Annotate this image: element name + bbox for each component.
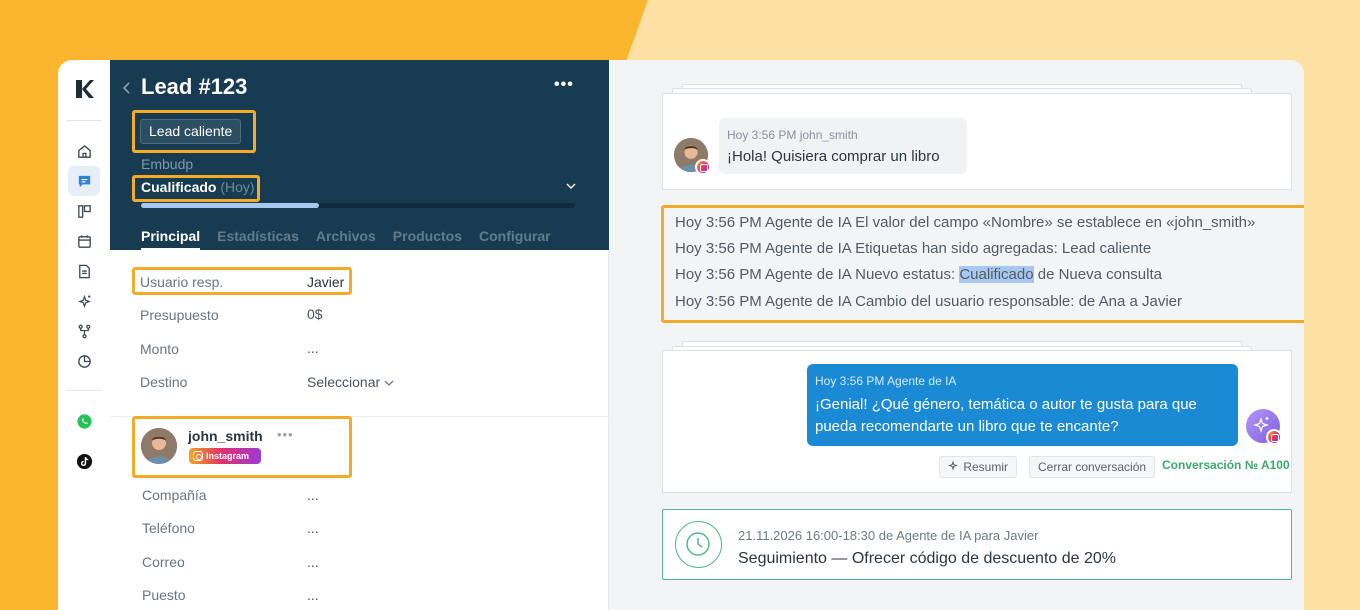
contact-more-button[interactable]: ••• [277,427,294,442]
amount-value[interactable]: ... [307,340,319,356]
task-text: Seguimiento — Ofrecer código de descuent… [738,550,1117,567]
event-log-line: Hoy 3:56 PM Agente de IA El valor del ca… [675,214,1256,231]
contact-avatar[interactable] [141,428,177,464]
analytics-icon[interactable] [68,346,100,376]
sparkle-icon [947,460,959,471]
lead-status[interactable]: Cualificado (Hoy) [141,179,255,195]
incoming-bubble: Hoy 3:56 PM john_smith ¡Hola! Quisiera c… [719,118,967,174]
document-icon[interactable] [68,256,100,286]
status-time: (Hoy) [220,179,255,195]
task-date: 21.11.2026 16:00-18:30 [738,528,876,543]
message-text: ¡Hola! Quisiera comprar un libro [727,148,940,165]
conversation-feed: Hoy 3:56 PM john_smith ¡Hola! Quisiera c… [609,60,1304,610]
contact-name[interactable]: john_smith [188,428,263,444]
instagram-badge: Instagram [189,448,261,464]
event-log-line: Hoy 3:56 PM Agente de IA Cambio del usua… [675,293,1182,310]
close-conversation-button[interactable]: Cerrar conversación [1029,456,1156,478]
incoming-message-card: Hoy 3:56 PM john_smith ¡Hola! Quisiera c… [662,93,1292,190]
rail-divider [66,120,102,121]
message-meta: Hoy 3:56 PM Agente de IA [815,374,957,388]
pipeline-icon[interactable] [68,196,100,226]
pipeline-name: Embudp [141,156,194,172]
field-label: Destino [140,374,188,390]
crm-window: Lead #123 ••• Lead caliente Embudp Cuali… [58,60,1304,610]
summarize-button[interactable]: Resumir [939,456,1018,478]
instagram-icon [695,159,711,175]
task-meta: 21.11.2026 16:00-18:30 de Agente de IA p… [738,528,1038,543]
lead-header: Lead #123 ••• Lead caliente Embudp Cuali… [110,60,609,250]
instagram-icon [193,451,203,461]
logo-icon [76,80,94,98]
tab-archivos[interactable]: Archivos [316,228,376,250]
email-value[interactable]: ... [307,554,319,570]
field-label: Compañía [142,487,207,503]
lead-tabs: Principal Estadísticas Archivos Producto… [141,228,551,250]
calendar-icon[interactable] [68,226,100,256]
message-text: ¡Genial! ¿Qué género, temática o autor t… [815,396,1197,435]
lead-tag[interactable]: Lead caliente [140,119,242,144]
event-log-line: Hoy 3:56 PM Agente de IA Etiquetas han s… [675,240,1152,257]
field-label: Usuario resp. [140,274,224,290]
destination-select[interactable]: Seleccionar [307,374,394,390]
home-icon[interactable] [68,136,100,166]
rail-divider [66,390,102,391]
nav-rail [58,60,110,610]
position-value[interactable]: ... [307,587,319,603]
ai-sparkle-icon[interactable] [68,286,100,316]
automation-icon[interactable] [68,316,100,346]
tab-configurar[interactable]: Configurar [479,228,551,250]
button-label: Resumir [963,460,1009,474]
clock-icon [675,521,722,568]
whatsapp-icon[interactable] [68,406,100,436]
task-assignee: de Agente de IA para Javier [875,528,1039,543]
progress-fill [141,203,319,208]
outgoing-bubble: Hoy 3:56 PM Agente de IA ¡Genial! ¿Qué g… [807,364,1238,446]
field-label: Monto [140,341,179,357]
more-options-button[interactable]: ••• [554,76,574,94]
select-label: Seleccionar [307,374,381,390]
chats-icon[interactable] [68,166,100,196]
back-arrow-icon[interactable] [120,80,134,96]
message-meta: Hoy 3:56 PM john_smith [727,128,858,142]
tiktok-icon[interactable] [68,446,100,476]
field-label: Puesto [142,587,186,603]
field-label: Presupuesto [140,307,219,323]
log-text: de Nueva consulta [1033,266,1162,283]
status-highlight: Cualificado [959,266,1034,283]
event-log-line: Hoy 3:56 PM Agente de IA Nuevo estatus: … [675,266,1162,283]
company-value[interactable]: ... [307,487,319,503]
log-text: Hoy 3:56 PM Agente de IA Nuevo estatus: [675,266,960,283]
field-label: Correo [142,554,185,570]
tab-estadisticas[interactable]: Estadísticas [217,228,299,250]
tab-productos[interactable]: Productos [393,228,462,250]
phone-value[interactable]: ... [307,520,319,536]
responsible-user-value[interactable]: Javier [307,274,344,290]
budget-value[interactable]: 0$ [307,306,323,322]
status-progress-bar [141,203,575,208]
outgoing-message-card: Hoy 3:56 PM Agente de IA ¡Genial! ¿Qué g… [662,350,1292,493]
conversation-link[interactable]: Conversación № A100 [1162,458,1290,472]
task-card[interactable]: 21.11.2026 16:00-18:30 de Agente de IA p… [662,509,1292,580]
field-label: Teléfono [142,520,195,536]
lead-title: Lead #123 [141,74,248,99]
chevron-down-icon [384,380,394,386]
tab-principal[interactable]: Principal [141,228,201,250]
channel-label: Instagram [206,451,250,461]
lead-panel: Lead #123 ••• Lead caliente Embudp Cuali… [110,60,609,610]
chevron-down-icon[interactable] [566,182,576,190]
instagram-icon [1266,429,1282,445]
status-label: Cualificado [141,179,217,195]
